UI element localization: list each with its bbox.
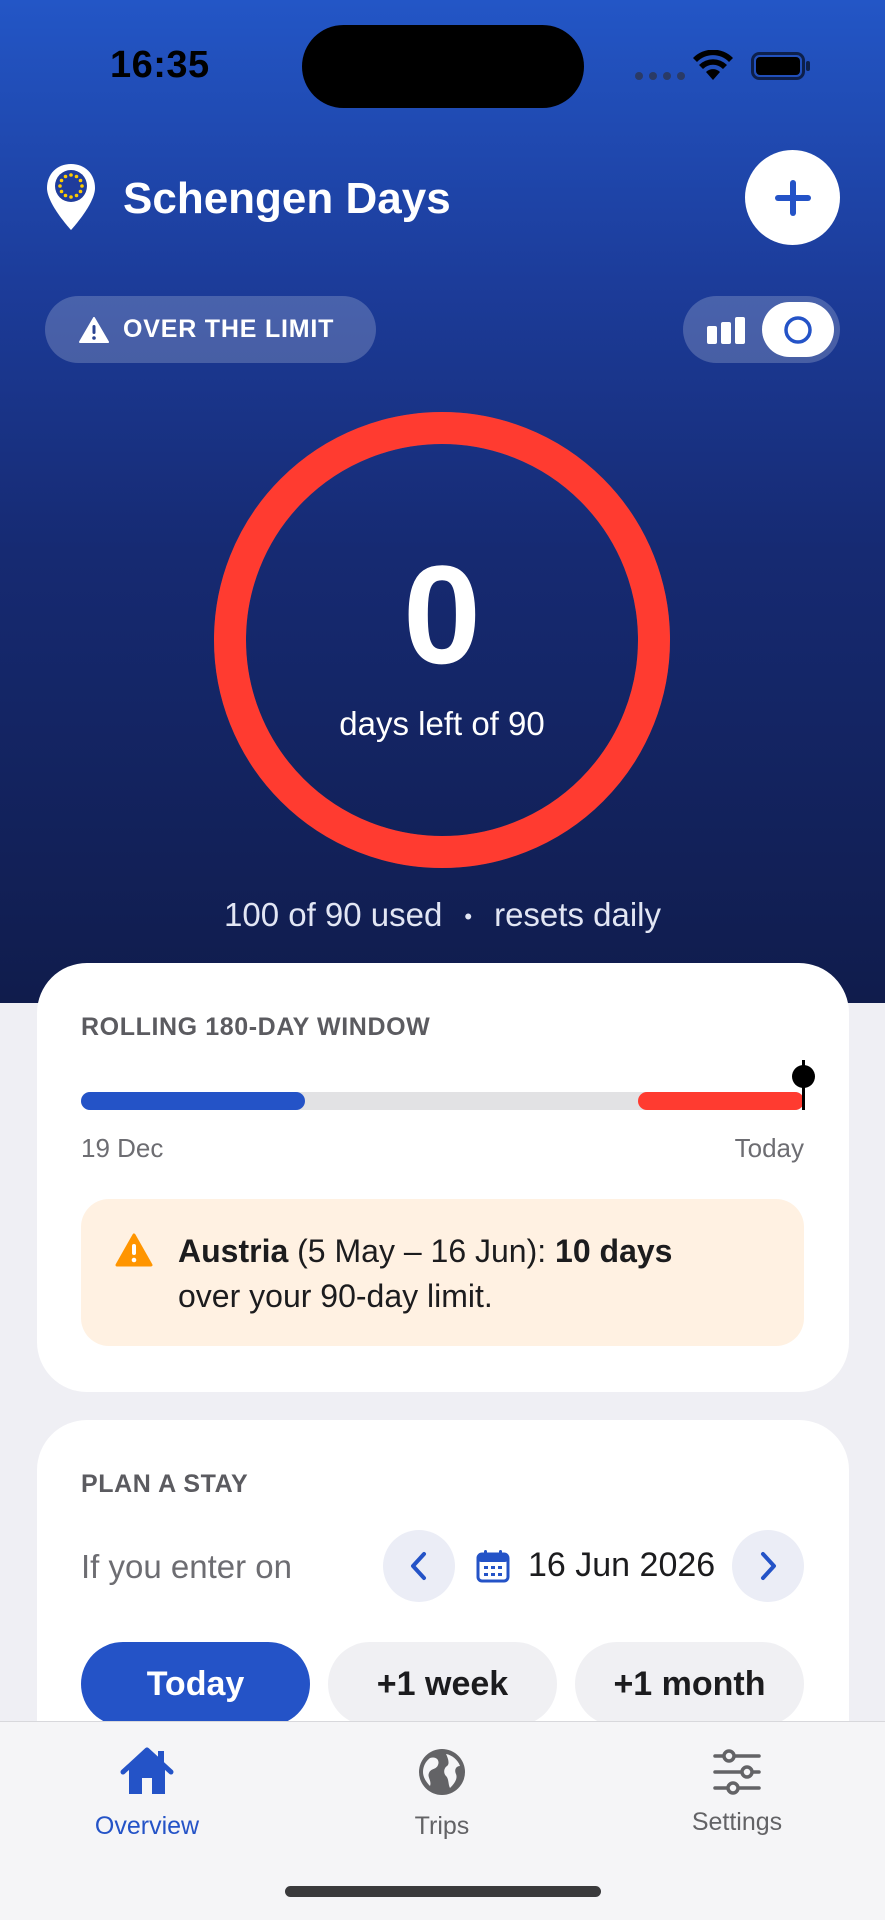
globe-icon [419, 1749, 465, 1795]
chevron-left-icon [411, 1552, 426, 1580]
days-left-value: 0 [403, 536, 481, 693]
next-date-button[interactable] [732, 1530, 804, 1602]
over-limit-label: OVER THE LIMIT [123, 315, 335, 343]
tab-overview[interactable]: Overview [47, 1722, 247, 1862]
bar-chart-icon[interactable] [707, 316, 747, 344]
calendar-icon[interactable] [476, 1549, 510, 1583]
usage-summary: 100 of 90 used • resets daily [0, 896, 885, 934]
window-end-label: Today [734, 1133, 804, 1163]
wifi-icon [693, 50, 733, 80]
dynamic-island [302, 25, 584, 108]
tab-settings-label: Settings [691, 1808, 783, 1836]
house-icon [120, 1747, 174, 1794]
add-trip-button[interactable] [745, 150, 840, 245]
used-count: 100 of 90 used [224, 896, 443, 933]
warning-rest: over your 90-day limit. [178, 1278, 493, 1314]
warning-amount: 10 days [555, 1233, 673, 1269]
previous-date-button[interactable] [383, 1530, 455, 1602]
entry-date-prompt: If you enter on [81, 1548, 292, 1585]
days-left-caption: days left of 90 [339, 705, 545, 742]
warning-triangle-icon [115, 1233, 153, 1267]
window-timeline [81, 1092, 804, 1110]
rolling-window-title: ROLLING 180-DAY WINDOW [81, 1013, 431, 1041]
ring-icon [784, 315, 812, 344]
sliders-icon [713, 1749, 761, 1795]
status-time: 16:35 [110, 44, 210, 86]
warning-range: (5 May – 16 Jun): [297, 1233, 547, 1269]
app-header: Schengen Days [45, 150, 840, 258]
chevron-right-icon [761, 1552, 776, 1580]
tab-trips-label: Trips [414, 1812, 470, 1840]
rolling-window-card: ROLLING 180-DAY WINDOW 19 Dec Today Aust… [37, 963, 849, 1392]
tab-trips[interactable]: Trips [342, 1722, 542, 1862]
ring-view-option[interactable] [762, 302, 834, 357]
warning-country: Austria [178, 1233, 289, 1269]
tab-settings[interactable]: Settings [637, 1722, 837, 1862]
today-marker [792, 1065, 815, 1088]
quick-date-today-chip[interactable]: Today [81, 1642, 310, 1726]
overstay-warning: Austria (5 May – 16 Jun): 10 days over y… [81, 1199, 804, 1346]
over-limit-badge: OVER THE LIMIT [45, 296, 376, 363]
overstay-warning-text: Austria (5 May – 16 Jun): 10 days over y… [178, 1229, 778, 1319]
entry-date-value[interactable]: 16 Jun 2026 [528, 1546, 715, 1585]
plus-icon [774, 179, 811, 216]
battery-icon [751, 52, 810, 80]
home-indicator [285, 1886, 601, 1897]
plan-stay-title: PLAN A STAY [81, 1470, 249, 1498]
timeline-segment-overstay [637, 1092, 804, 1110]
quick-date-week-chip[interactable]: +1 week [328, 1642, 557, 1726]
app-title: Schengen Days [123, 174, 451, 223]
eu-location-pin-icon [47, 164, 95, 230]
separator-dot: • [464, 904, 473, 930]
window-start-label: 19 Dec [81, 1133, 164, 1163]
status-bar: 16:35 [0, 0, 885, 130]
view-mode-toggle[interactable] [683, 296, 840, 363]
cellular-signal-icon [635, 72, 685, 80]
reset-note: resets daily [494, 896, 661, 933]
entry-date-row: If you enter on 16 Jun 2026 [81, 1530, 804, 1602]
timeline-segment-past-trip [81, 1092, 306, 1110]
quick-date-month-chip[interactable]: +1 month [575, 1642, 804, 1726]
tab-overview-label: Overview [94, 1812, 200, 1840]
warning-triangle-icon [79, 316, 109, 343]
